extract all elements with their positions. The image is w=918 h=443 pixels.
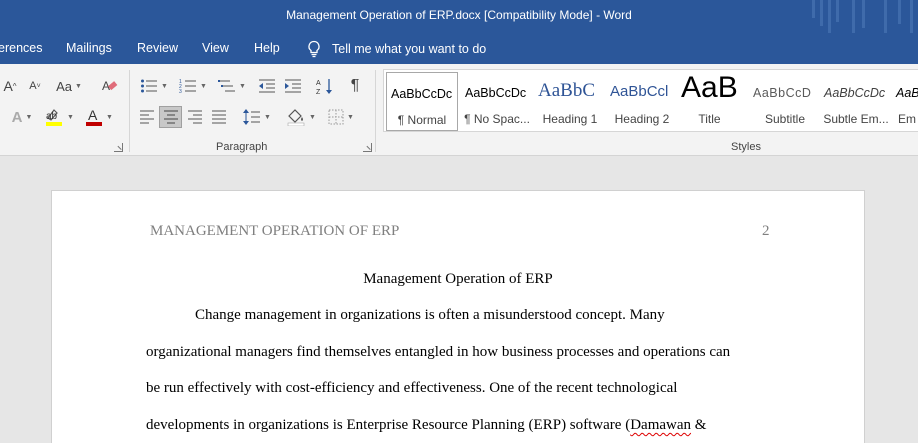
- highlighter-icon: ab: [46, 109, 63, 126]
- align-right-button[interactable]: [184, 106, 206, 128]
- tab-help[interactable]: Help: [254, 41, 280, 55]
- align-center-icon: [163, 110, 178, 124]
- increase-indent-icon: [285, 79, 301, 93]
- document-page[interactable]: MANAGEMENT OPERATION OF ERP 2 Management…: [51, 190, 865, 443]
- tell-me-search[interactable]: Tell me what you want to do: [306, 40, 486, 58]
- pilcrow-icon: ¶: [350, 77, 360, 94]
- shading-button[interactable]: ▼: [284, 106, 318, 128]
- paint-bucket-icon: [287, 109, 305, 126]
- body-line-3: be run effectively with cost-efficiency …: [146, 380, 678, 396]
- svg-text:A: A: [316, 80, 321, 87]
- eraser-icon: A: [102, 79, 118, 93]
- decrease-indent-icon: [259, 79, 275, 93]
- svg-text:Z: Z: [316, 89, 321, 95]
- styles-gallery: AaBbCcDc ¶ Normal AaBbCcDc ¶ No Spac... …: [383, 69, 918, 132]
- spelling-error-word[interactable]: Damawan: [630, 417, 691, 433]
- paragraph-group-label: Paragraph: [216, 141, 268, 153]
- font-color-button[interactable]: A ▼: [82, 106, 116, 128]
- tell-me-label: Tell me what you want to do: [332, 42, 487, 56]
- borders-icon: [328, 109, 344, 125]
- numbering-icon: 123: [179, 79, 197, 94]
- sort-icon: AZ: [316, 79, 332, 95]
- body-line-4: developments in organizations is Enterpr…: [146, 417, 707, 433]
- word-window: Management Operation of ERP.docx [Compat…: [0, 0, 918, 443]
- line-spacing-icon: [243, 109, 261, 125]
- grow-font-button[interactable]: A ^: [2, 75, 18, 97]
- font-color-icon: A: [86, 107, 103, 126]
- body-line-1: Change management in organizations is of…: [195, 307, 665, 323]
- body-line-2: organizational managers find themselves …: [146, 344, 731, 360]
- paragraph-dialog-launcher[interactable]: [363, 143, 372, 152]
- ribbon: A^ A˅ Aa▼ A A▼ ab▼ A▼ ▼ 123▼ ▼: [0, 64, 918, 156]
- shrink-font-button[interactable]: A ˅: [26, 75, 44, 97]
- page-number: 2: [762, 223, 770, 239]
- document-title: Management Operation of ERP: [363, 271, 553, 287]
- style-subtitle[interactable]: AaBbCcD Subtitle: [749, 72, 821, 131]
- font-dialog-launcher[interactable]: [114, 143, 123, 152]
- ribbon-tabs: erences Mailings Review View Help Tell m…: [0, 33, 918, 64]
- borders-button[interactable]: ▼: [324, 106, 358, 128]
- svg-text:3: 3: [179, 89, 182, 94]
- text-effects-button[interactable]: A ▼: [4, 106, 40, 128]
- bullets-button[interactable]: ▼: [136, 75, 172, 97]
- increase-indent-button[interactable]: [282, 75, 304, 97]
- sort-button[interactable]: AZ: [314, 75, 336, 97]
- style-heading-2[interactable]: AaBbCcl Heading 2: [606, 72, 678, 131]
- svg-text:ab: ab: [46, 111, 58, 122]
- multilevel-list-button[interactable]: ▼: [214, 75, 250, 97]
- style-emphasis[interactable]: AaBl Em: [892, 72, 918, 131]
- justify-icon: [212, 110, 226, 124]
- align-left-icon: [140, 110, 154, 124]
- tab-references[interactable]: erences: [0, 41, 42, 55]
- align-center-button[interactable]: [159, 106, 182, 128]
- title-bar: Management Operation of ERP.docx [Compat…: [0, 0, 918, 33]
- tab-mailings[interactable]: Mailings: [66, 41, 112, 55]
- window-title: Management Operation of ERP.docx [Compat…: [286, 8, 632, 22]
- numbering-button[interactable]: 1 2 3 ▼: [175, 75, 211, 97]
- document-area[interactable]: MANAGEMENT OPERATION OF ERP 2 Management…: [0, 157, 918, 443]
- multilevel-list-icon: [218, 80, 236, 92]
- lightbulb-icon: [306, 40, 322, 58]
- clear-formatting-button[interactable]: A: [100, 75, 120, 97]
- tab-review[interactable]: Review: [137, 41, 178, 55]
- style-heading-1[interactable]: AaBbC Heading 1: [534, 72, 606, 131]
- align-right-icon: [188, 110, 202, 124]
- style-subtle-emphasis[interactable]: AaBbCcDc Subtle Em...: [820, 72, 892, 131]
- styles-group-label: Styles: [731, 141, 761, 153]
- justify-button[interactable]: [208, 106, 230, 128]
- change-case-button[interactable]: Aa ▼: [54, 75, 84, 97]
- style-no-spacing[interactable]: AaBbCcDc ¶ No Spac...: [461, 72, 533, 131]
- running-head: MANAGEMENT OPERATION OF ERP: [150, 223, 400, 239]
- svg-text:A: A: [88, 107, 98, 123]
- style-title[interactable]: AaB Title: [677, 72, 742, 131]
- align-left-button[interactable]: [136, 106, 158, 128]
- decrease-indent-button[interactable]: [256, 75, 278, 97]
- bullets-icon: [141, 79, 158, 93]
- line-spacing-button[interactable]: ▼: [240, 106, 274, 128]
- show-formatting-marks-button[interactable]: ¶: [344, 75, 366, 97]
- style-normal[interactable]: AaBbCcDc ¶ Normal: [386, 72, 458, 131]
- highlight-color-button[interactable]: ab ▼: [42, 106, 76, 128]
- tab-view[interactable]: View: [202, 41, 229, 55]
